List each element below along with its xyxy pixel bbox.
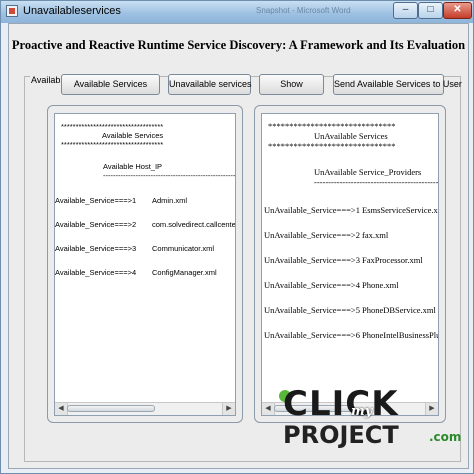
horizontal-scrollbar[interactable]: ◀ ▶ bbox=[55, 402, 235, 415]
maximize-button[interactable]: □ bbox=[418, 2, 443, 19]
app-window: Unavailableservices Snapshot - Microsoft… bbox=[0, 0, 474, 474]
separator-rule: ----------------------------------------… bbox=[103, 171, 236, 180]
service-value: Communicator.xml bbox=[152, 244, 215, 253]
clickmyproject-watermark-logo: CLICK my PROJECT .com bbox=[279, 386, 469, 454]
service-value: EsmsServiceService.xml bbox=[362, 205, 439, 215]
service-value: Phone.xml bbox=[362, 280, 399, 290]
separator-rule: ----------------------------------------… bbox=[314, 177, 439, 187]
stars-line: ****************************** bbox=[268, 121, 396, 131]
java-app-icon bbox=[6, 5, 18, 17]
logo-my-text: my bbox=[351, 404, 373, 419]
scrollbar-thumb[interactable] bbox=[67, 405, 155, 412]
service-key: UnAvailable_Service===>2 bbox=[264, 230, 360, 240]
stars-line: *********************************** bbox=[61, 140, 164, 149]
providers-label: UnAvailable Service_Providers bbox=[314, 167, 422, 177]
close-button[interactable]: ✕ bbox=[443, 2, 472, 19]
service-key: UnAvailable_Service===>4 bbox=[264, 280, 360, 290]
window-title: Unavailableservices bbox=[23, 5, 121, 17]
unavailable-services-panel: ****************************** UnAvailab… bbox=[254, 105, 446, 423]
service-value: ConfigManager.xml bbox=[152, 268, 217, 277]
service-key: UnAvailable_Service===>6 bbox=[264, 330, 360, 340]
service-key: Available_Service===>1 bbox=[55, 196, 137, 205]
logo-project-text: PROJECT bbox=[283, 421, 399, 449]
available-services-textarea[interactable]: *********************************** Avai… bbox=[54, 113, 236, 416]
service-key: Available_Service===>3 bbox=[55, 244, 137, 253]
panel-title: UnAvailable Services bbox=[314, 131, 388, 141]
service-value: PhoneIntelBusinessPlus.xr bbox=[362, 330, 438, 340]
panel-title: Available Services bbox=[102, 131, 164, 140]
stars-line: *********************************** bbox=[61, 122, 164, 131]
available-services-button[interactable]: Available Services bbox=[61, 74, 160, 95]
send-available-services-button[interactable]: Send Available Services to User bbox=[333, 74, 462, 95]
service-key: Available_Service===>4 bbox=[55, 268, 137, 277]
unavailable-services-textarea[interactable]: ****************************** UnAvailab… bbox=[261, 113, 439, 416]
scroll-right-arrow-icon[interactable]: ▶ bbox=[222, 403, 235, 415]
service-value: fax.xml bbox=[362, 230, 389, 240]
service-key: Available_Service===>2 bbox=[55, 220, 137, 229]
title-bar[interactable]: Unavailableservices Snapshot - Microsoft… bbox=[1, 1, 473, 23]
service-value: Admin.xml bbox=[152, 196, 188, 205]
show-button[interactable]: Show bbox=[259, 74, 324, 95]
service-value: com.solvedirect.callcenter.c bbox=[152, 220, 236, 229]
service-key: UnAvailable_Service===>5 bbox=[264, 305, 360, 315]
unavailable-services-button[interactable]: Unavailable services bbox=[168, 74, 252, 95]
service-value: FaxProcessor.xml bbox=[362, 255, 423, 265]
available-services-panel: *********************************** Avai… bbox=[47, 105, 243, 423]
page-heading: Proactive and Reactive Runtime Service D… bbox=[11, 38, 466, 52]
service-key: UnAvailable_Service===>3 bbox=[264, 255, 360, 265]
minimize-button[interactable]: – bbox=[393, 2, 418, 19]
service-key: UnAvailable_Service===>1 bbox=[264, 205, 360, 215]
background-window-title: Snapshot - Microsoft Word bbox=[256, 6, 351, 15]
logo-click-text: CLICK bbox=[283, 384, 399, 424]
logo-com-text: .com bbox=[429, 430, 462, 444]
stars-line: ****************************** bbox=[268, 141, 396, 151]
host-ip-label: Available Host_IP bbox=[103, 162, 163, 171]
service-value: PhoneDBService.xml bbox=[362, 305, 436, 315]
